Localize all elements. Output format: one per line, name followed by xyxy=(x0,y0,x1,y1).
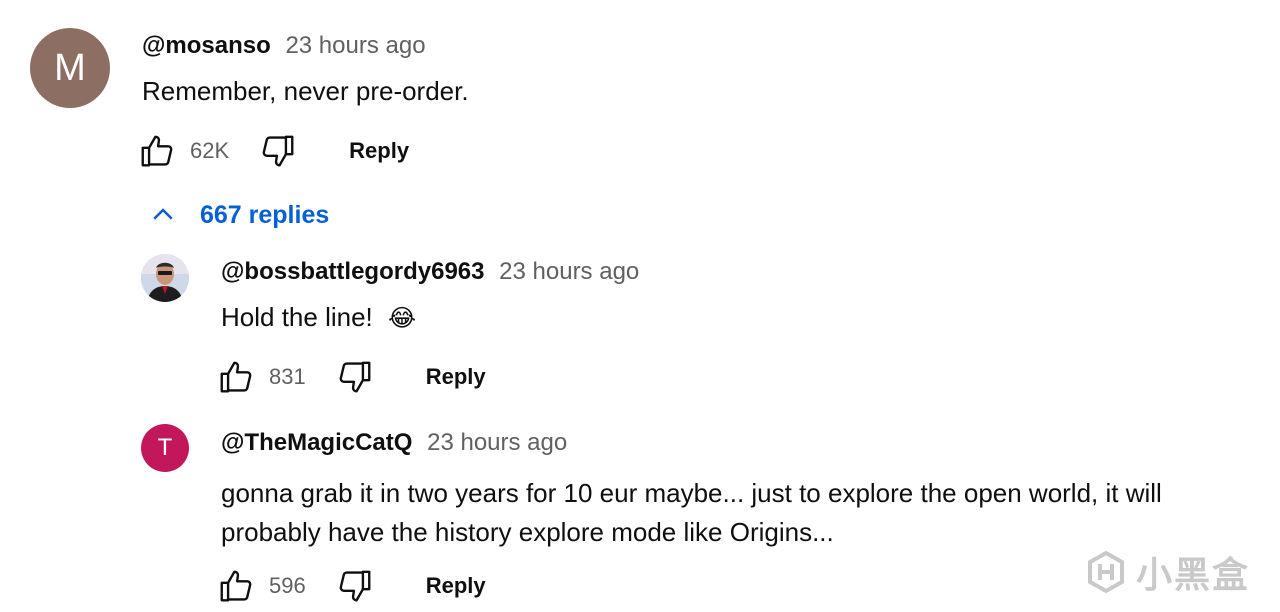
avatar-letter: T xyxy=(157,434,173,461)
watermark-text: 小黑盒 xyxy=(1135,554,1250,595)
dislike-button[interactable] xyxy=(336,358,374,396)
like-count: 831 xyxy=(269,364,306,389)
avatar[interactable]: M xyxy=(30,28,110,108)
replies-toggle-button[interactable]: 667 replies xyxy=(148,200,329,230)
author-name[interactable]: @bossbattlegordy6963 xyxy=(221,258,484,285)
thumbs-down-icon xyxy=(339,361,371,393)
comment-actions: 62K Reply xyxy=(138,132,409,170)
like-button[interactable] xyxy=(138,132,176,170)
timestamp[interactable]: 23 hours ago xyxy=(427,429,567,456)
like-count: 596 xyxy=(269,573,306,598)
comment-thread: M @mosanso 23 hours ago Remember, never … xyxy=(0,0,1280,200)
reply-text-line: probably have the history explore mode l… xyxy=(221,517,834,547)
reply-item: @bossbattlegordy6963 23 hours ago Hold t… xyxy=(0,250,1280,400)
avatar[interactable]: T xyxy=(141,424,189,472)
thumbs-up-icon xyxy=(141,135,173,167)
reply-text: gonna grab it in two years for 10 eur ma… xyxy=(221,474,1162,552)
thumbs-up-icon xyxy=(220,570,252,602)
avatar[interactable] xyxy=(141,254,189,302)
comment-header: @mosanso 23 hours ago xyxy=(142,32,426,60)
dislike-button[interactable] xyxy=(259,132,297,170)
reply-button[interactable]: Reply xyxy=(349,138,409,164)
reply-text: Hold the line! 😂 xyxy=(221,302,416,333)
like-count: 62K xyxy=(190,138,230,163)
replies-count-label: 667 replies xyxy=(200,200,330,229)
like-button[interactable] xyxy=(217,358,255,396)
reply-text-content: Hold the line! xyxy=(221,302,373,332)
comment-text: Remember, never pre-order. xyxy=(142,76,469,106)
thumbs-down-icon xyxy=(262,135,294,167)
author-name[interactable]: @TheMagicCatQ xyxy=(221,429,412,456)
reply-header: @TheMagicCatQ 23 hours ago xyxy=(221,429,567,457)
timestamp[interactable]: 23 hours ago xyxy=(499,258,639,285)
comments-section: M @mosanso 23 hours ago Remember, never … xyxy=(0,0,1280,612)
reply-header: @bossbattlegordy6963 23 hours ago xyxy=(221,258,639,286)
profile-photo xyxy=(141,254,189,302)
reply-button[interactable]: Reply xyxy=(426,364,486,390)
chevron-up-icon xyxy=(153,208,173,220)
watermark: 小黑盒 xyxy=(1084,546,1250,598)
avatar-letter: M xyxy=(54,46,86,89)
thumbs-up-icon xyxy=(220,361,252,393)
reply-button[interactable]: Reply xyxy=(426,573,486,599)
reply-actions: 596 Reply xyxy=(217,567,486,605)
author-name[interactable]: @mosanso xyxy=(142,32,271,59)
laughing-emoji: 😂 xyxy=(388,305,417,332)
like-button[interactable] xyxy=(217,567,255,605)
reply-actions: 831 Reply xyxy=(217,358,486,396)
heybox-logo-icon xyxy=(1087,550,1124,594)
timestamp[interactable]: 23 hours ago xyxy=(285,32,425,59)
reply-text-line: gonna grab it in two years for 10 eur ma… xyxy=(221,478,1162,508)
dislike-button[interactable] xyxy=(336,567,374,605)
thumbs-down-icon xyxy=(339,570,371,602)
